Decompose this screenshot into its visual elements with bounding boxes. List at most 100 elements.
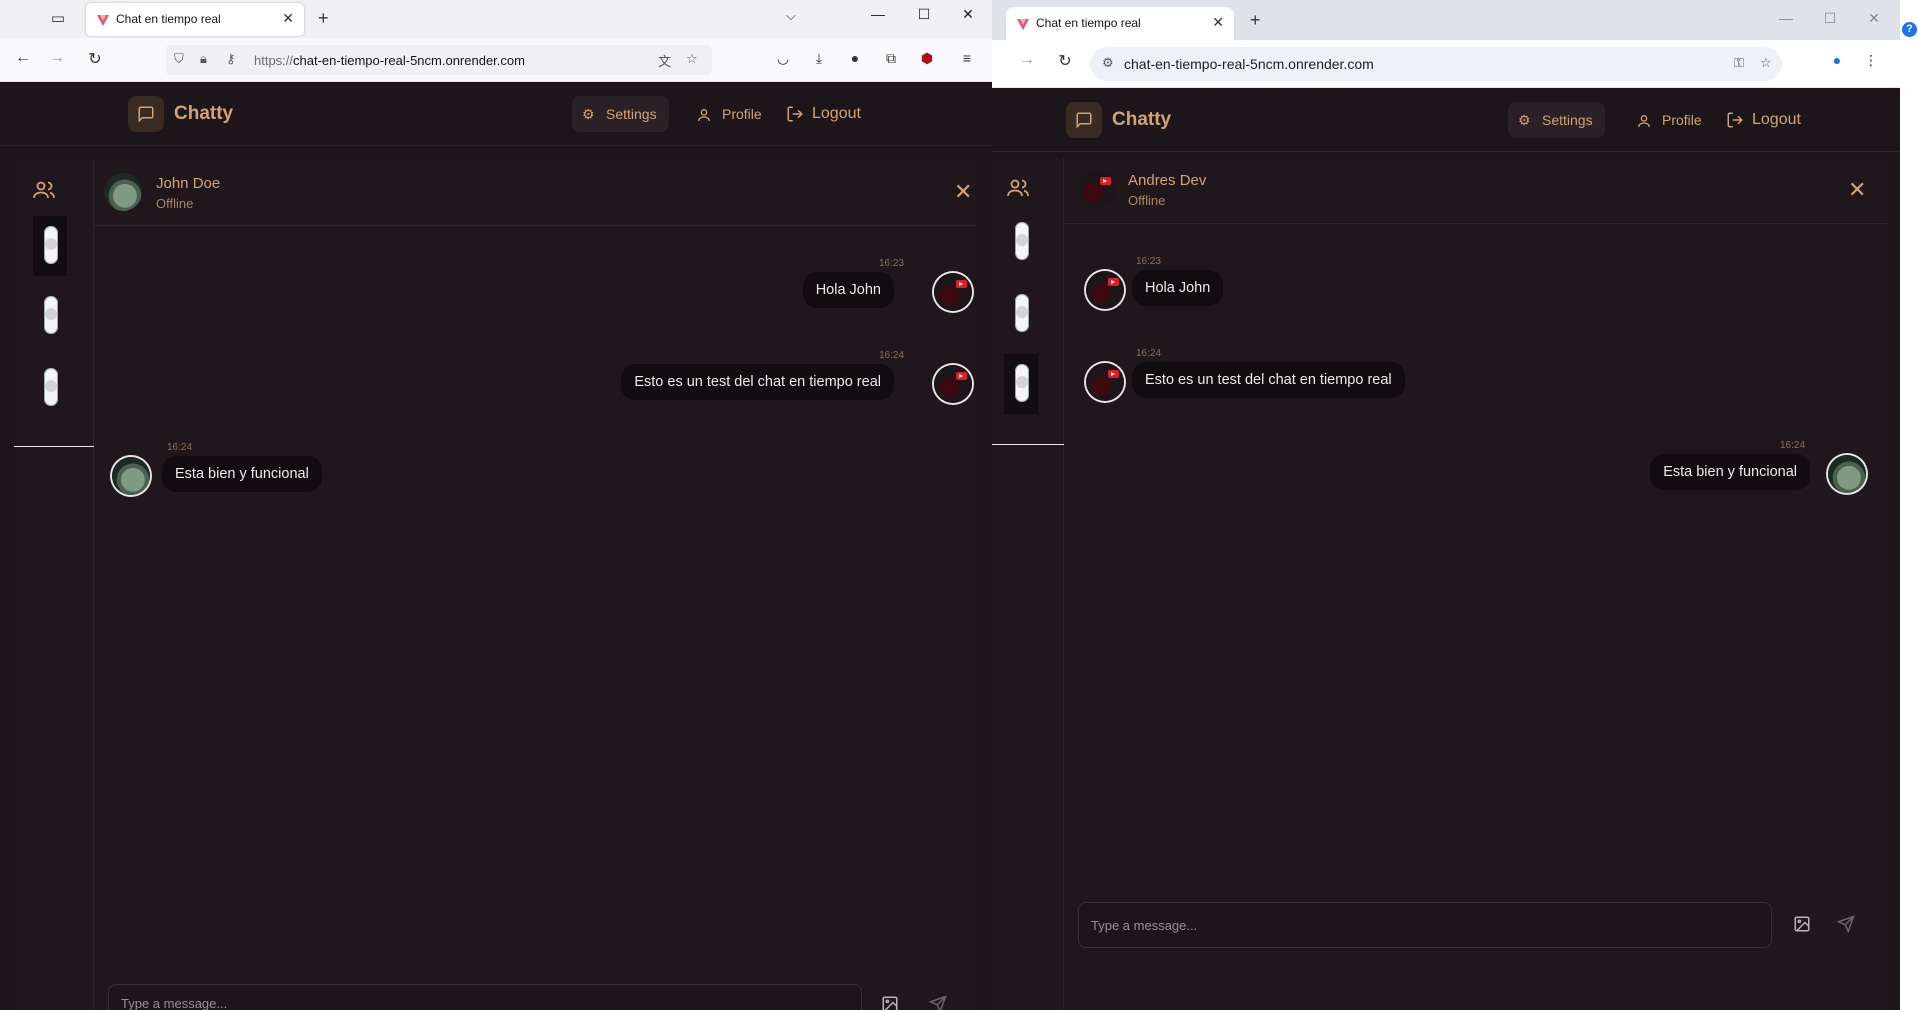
message-avatar bbox=[1086, 363, 1124, 401]
new-tab-button[interactable]: + bbox=[1250, 10, 1261, 31]
message-bubble: Hola John bbox=[1132, 270, 1224, 306]
contact-item[interactable] bbox=[1004, 212, 1038, 272]
maximize-button[interactable]: ☐ bbox=[1818, 10, 1842, 27]
message-avatar bbox=[1828, 455, 1866, 493]
chrome-window: Chat en tiempo real ✕ + — ☐ ✕ → ↻ ⚙ chat… bbox=[992, 0, 1900, 1010]
contacts-sidebar bbox=[14, 160, 94, 1010]
message-bubble: Esto es un test del chat en tiempo real bbox=[1132, 362, 1405, 398]
message-bubble: Esta bien y funcional bbox=[162, 456, 322, 492]
logout-label: Logout bbox=[1752, 111, 1801, 128]
bookmark-star-icon[interactable]: ☆ bbox=[1760, 55, 1772, 71]
profile-label: Profile bbox=[722, 106, 762, 122]
minimize-button[interactable]: — bbox=[1774, 10, 1798, 26]
ublock-icon[interactable]: ⬢ bbox=[916, 50, 938, 67]
chat-panel: Andres Dev Offline ✕ 16:23 Hola John 16:… bbox=[1064, 158, 1888, 1010]
browser-tab[interactable]: Chat en tiempo real ✕ bbox=[1006, 7, 1234, 40]
window-close-button[interactable]: ✕ bbox=[956, 6, 980, 23]
tab-title: Chat en tiempo real bbox=[116, 12, 221, 26]
contact-item[interactable] bbox=[33, 358, 67, 418]
extensions-icon[interactable]: ⧉ bbox=[880, 50, 902, 67]
list-tabs-icon[interactable]: ⌵ bbox=[786, 8, 796, 24]
password-key-icon[interactable]: ⚿ bbox=[1734, 55, 1744, 71]
message-bubble: Esto es un test del chat en tiempo real bbox=[621, 364, 894, 400]
send-button[interactable] bbox=[920, 986, 956, 1010]
tab-bar: ▭ Chat en tiempo real ✕ + ⌵ — ☐ ✕ bbox=[0, 0, 992, 38]
contact-item[interactable] bbox=[1004, 354, 1038, 414]
reload-icon[interactable]: ↻ bbox=[84, 49, 106, 69]
shield-icon[interactable]: ⛉ bbox=[174, 51, 184, 67]
close-tab-icon[interactable]: ✕ bbox=[282, 10, 294, 27]
close-tab-icon[interactable]: ✕ bbox=[1212, 14, 1224, 31]
logout-label: Logout bbox=[812, 105, 861, 122]
chat-container: Andres Dev Offline ✕ 16:23 Hola John 16:… bbox=[992, 158, 1888, 1010]
brand-name[interactable]: Chatty bbox=[1112, 109, 1171, 131]
pocket-icon[interactable]: ◡ bbox=[772, 50, 794, 67]
message-bubble: Hola John bbox=[802, 272, 894, 308]
account-icon[interactable]: ● bbox=[844, 50, 866, 66]
lock-icon[interactable]: 🔒︎ bbox=[200, 51, 207, 67]
contact-avatar bbox=[104, 173, 142, 211]
url-text[interactable]: https://chat-en-tiempo-real-5ncm.onrende… bbox=[254, 53, 525, 68]
send-button[interactable] bbox=[1828, 906, 1864, 942]
contact-item[interactable] bbox=[1004, 284, 1038, 344]
settings-button[interactable]: ⚙ Settings bbox=[572, 96, 669, 132]
forward-icon[interactable]: → bbox=[46, 49, 68, 67]
users-icon[interactable] bbox=[1006, 176, 1030, 205]
message-input[interactable] bbox=[108, 984, 862, 1010]
window-close-button[interactable]: ✕ bbox=[1862, 10, 1886, 27]
contact-avatar bbox=[44, 368, 58, 406]
chatty-app: Chatty ⚙ Settings Profile Logout bbox=[992, 88, 1900, 1010]
message-time: 16:23 bbox=[1136, 256, 1162, 267]
back-icon[interactable]: ← bbox=[12, 49, 34, 67]
bookmark-star-icon[interactable]: ☆ bbox=[686, 51, 698, 67]
download-icon[interactable]: ⤓ bbox=[808, 50, 830, 67]
desktop-edge: ? bbox=[1900, 0, 1918, 1010]
profile-button[interactable]: Profile bbox=[696, 96, 762, 132]
help-icon[interactable]: ? bbox=[1902, 22, 1917, 37]
profile-button[interactable]: Profile bbox=[1636, 102, 1702, 138]
reload-icon[interactable]: ↻ bbox=[1054, 51, 1076, 71]
favicon-icon bbox=[97, 15, 109, 26]
tab-overview-icon[interactable]: ▭ bbox=[48, 9, 68, 29]
menu-icon[interactable]: ⋮ bbox=[1860, 52, 1882, 69]
minimize-button[interactable]: — bbox=[866, 6, 890, 22]
address-bar[interactable]: ⛉ 🔒︎ ⚷ https://chat-en-tiempo-real-5ncm.… bbox=[166, 45, 712, 75]
profile-avatar-icon[interactable]: ● bbox=[1826, 52, 1848, 68]
contacts-sidebar bbox=[992, 158, 1064, 1010]
settings-button[interactable]: ⚙ Settings bbox=[1508, 102, 1605, 138]
profile-label: Profile bbox=[1662, 112, 1702, 128]
address-bar[interactable]: ⚙ chat-en-tiempo-real-5ncm.onrender.com … bbox=[1090, 47, 1782, 81]
url-text[interactable]: chat-en-tiempo-real-5ncm.onrender.com bbox=[1124, 56, 1374, 72]
logout-button[interactable]: Logout bbox=[1726, 102, 1801, 138]
settings-label: Settings bbox=[606, 106, 657, 122]
translate-icon[interactable]: 文 bbox=[658, 51, 671, 70]
maximize-button[interactable]: ☐ bbox=[912, 6, 936, 23]
site-info-icon[interactable]: ⚙ bbox=[1102, 55, 1114, 71]
close-icon[interactable]: ✕ bbox=[954, 181, 972, 203]
new-tab-button[interactable]: + bbox=[318, 8, 329, 29]
contact-item[interactable] bbox=[33, 286, 67, 346]
close-icon[interactable]: ✕ bbox=[1848, 179, 1866, 201]
users-icon[interactable] bbox=[32, 178, 56, 207]
image-upload-button[interactable] bbox=[1784, 906, 1820, 942]
contact-name: John Doe bbox=[156, 175, 221, 192]
chat-panel: John Doe Offline ✕ 16:23 Hola John 16:24… bbox=[94, 160, 976, 1010]
logout-icon bbox=[786, 96, 804, 132]
user-icon bbox=[1636, 102, 1652, 138]
image-upload-button[interactable] bbox=[872, 986, 908, 1010]
brand-name[interactable]: Chatty bbox=[174, 103, 233, 125]
chat-header: John Doe Offline ✕ bbox=[94, 160, 976, 226]
message-time: 16:24 bbox=[1780, 440, 1806, 451]
tab-bar: Chat en tiempo real ✕ + — ☐ ✕ bbox=[992, 0, 1900, 40]
permissions-icon[interactable]: ⚷ bbox=[226, 51, 236, 67]
message-input[interactable] bbox=[1078, 902, 1772, 948]
send-icon bbox=[928, 995, 947, 1010]
app-header: Chatty ⚙ Settings Profile Logout bbox=[0, 82, 992, 146]
forward-icon[interactable]: → bbox=[1016, 51, 1038, 69]
logout-button[interactable]: Logout bbox=[786, 96, 861, 132]
menu-icon[interactable]: ≡ bbox=[956, 50, 978, 66]
divider bbox=[14, 446, 94, 447]
contact-item[interactable] bbox=[33, 216, 67, 276]
chat-container: John Doe Offline ✕ 16:23 Hola John 16:24… bbox=[14, 160, 976, 1010]
browser-tab[interactable]: Chat en tiempo real ✕ bbox=[86, 3, 304, 36]
